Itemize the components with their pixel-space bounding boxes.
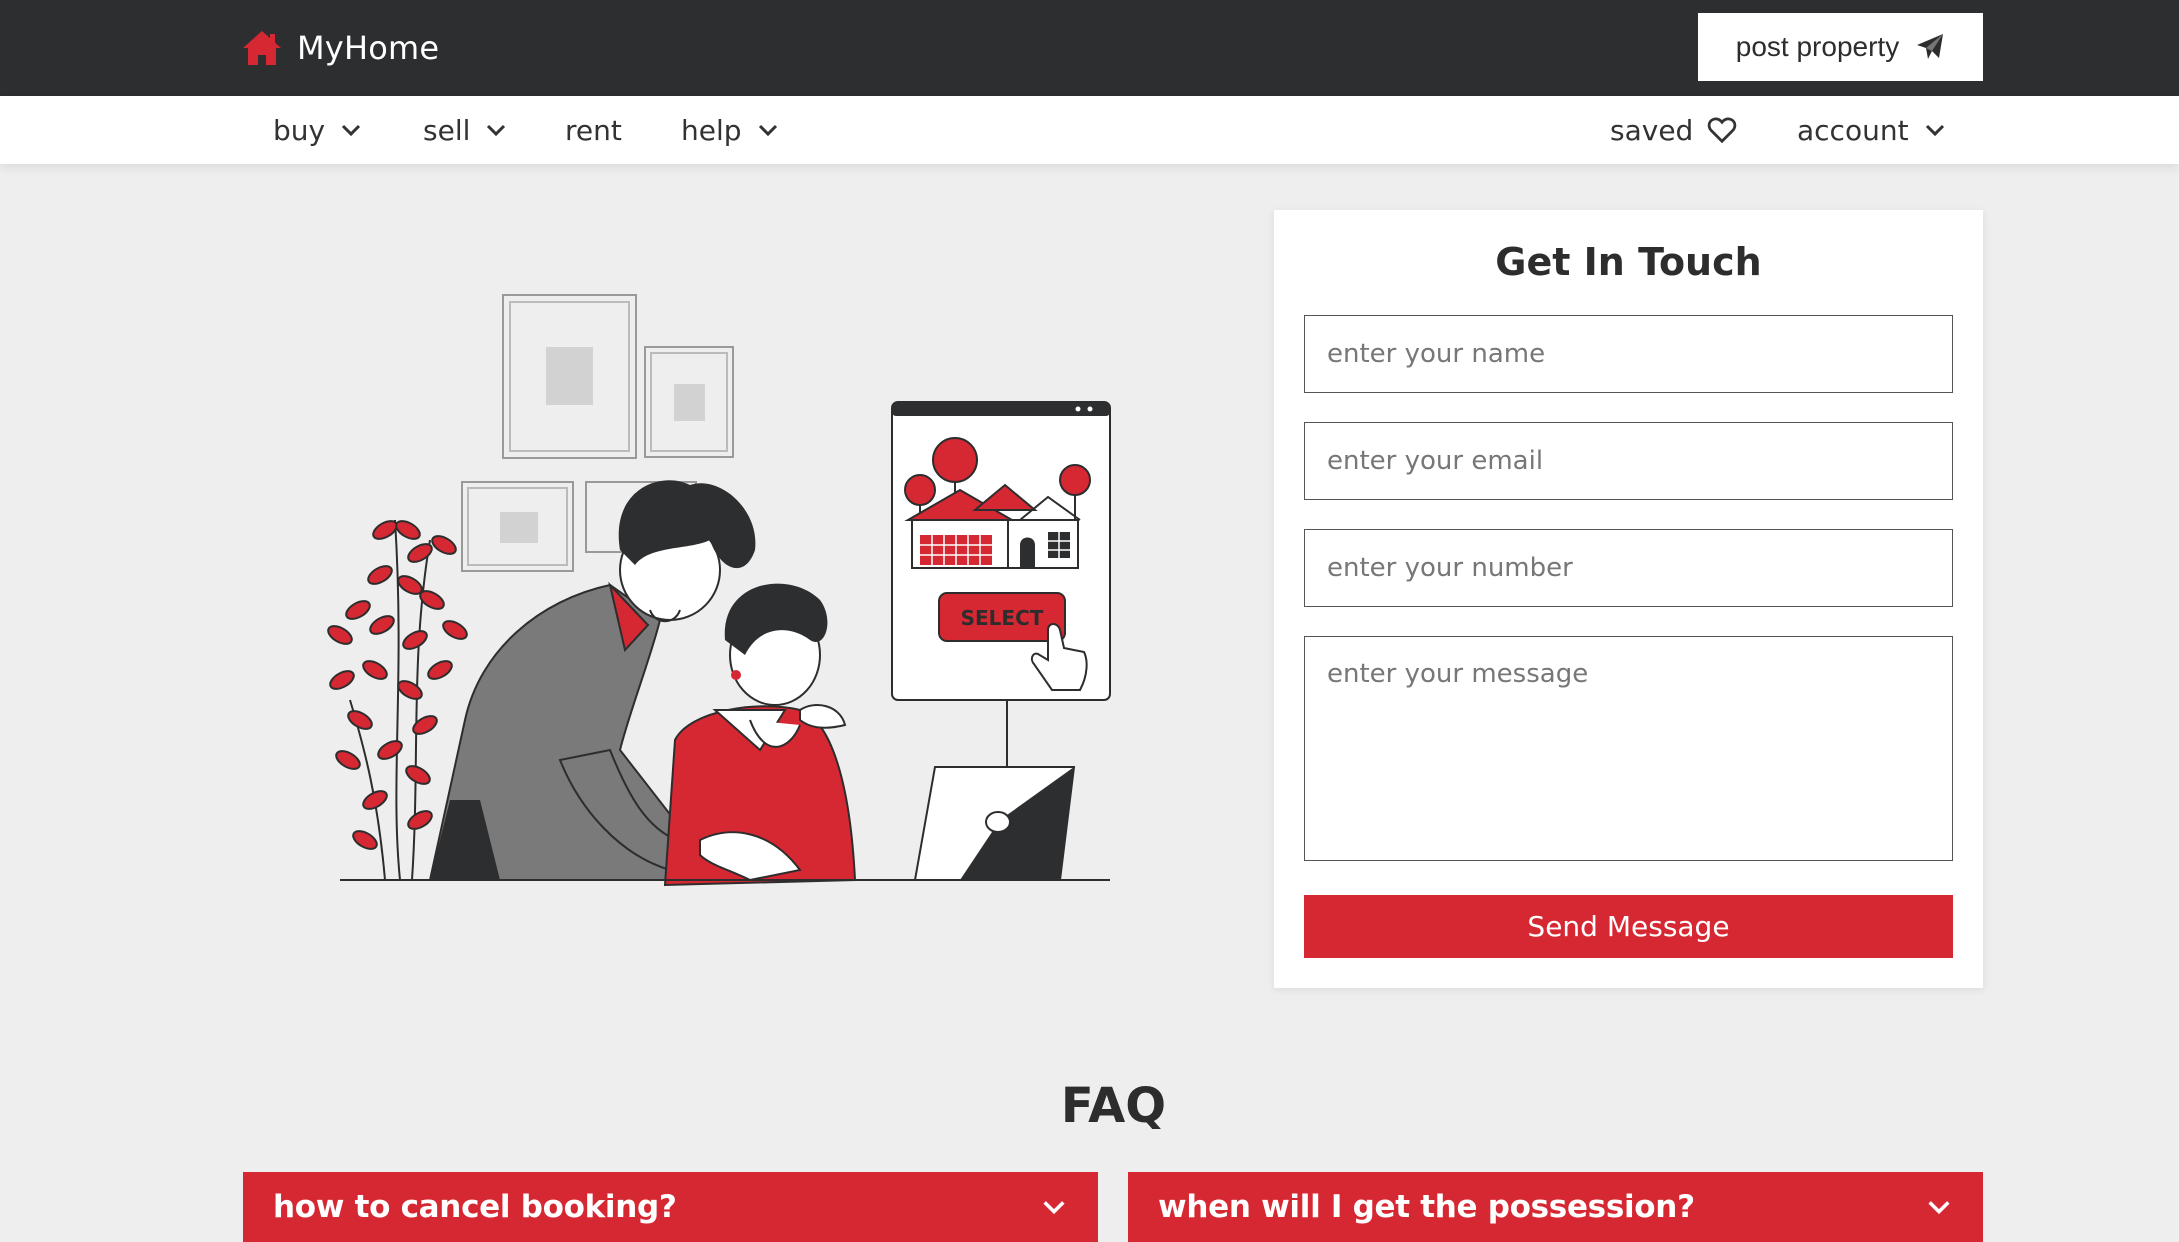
nav-saved[interactable]: saved [1610, 96, 1737, 164]
nav-account[interactable]: account [1797, 96, 1947, 164]
message-textarea[interactable] [1304, 636, 1953, 861]
name-input[interactable] [1304, 315, 1953, 393]
chevron-down-icon [758, 124, 777, 137]
faq-title: FAQ [1060, 1078, 1167, 1134]
nav-sell-label: sell [423, 113, 471, 147]
paper-plane-icon [1917, 34, 1944, 59]
brand-logo[interactable]: MyHome [241, 27, 439, 69]
chevron-down-icon [1925, 124, 1944, 137]
nav-sell[interactable]: sell [423, 96, 508, 164]
nav-account-label: account [1797, 113, 1909, 147]
nav-saved-label: saved [1610, 113, 1694, 147]
post-property-button[interactable]: post property [1698, 13, 1983, 81]
number-input[interactable] [1304, 529, 1953, 607]
nav-buy[interactable]: buy [273, 96, 363, 164]
email-input[interactable] [1304, 422, 1953, 500]
hero-illustration: SELECT [327, 294, 1111, 887]
main-nav: buy sell rent help saved account [0, 96, 2179, 164]
faq-item-cancel-booking[interactable]: how to cancel booking? [243, 1172, 1098, 1242]
faq-item-possession[interactable]: when will I get the possession? [1128, 1172, 1983, 1242]
faq-question: when will I get the possession? [1158, 1189, 1695, 1225]
chevron-down-icon [1928, 1201, 1950, 1215]
contact-form-card: Get In Touch Send Message [1274, 210, 1983, 988]
nav-buy-label: buy [273, 113, 326, 147]
home-icon [243, 31, 281, 65]
chevron-down-icon [1043, 1201, 1065, 1215]
nav-rent[interactable]: rent [565, 96, 622, 164]
chevron-down-icon [487, 124, 506, 137]
brand-name: MyHome [297, 29, 440, 67]
nav-help-label: help [681, 113, 742, 147]
faq-question: how to cancel booking? [273, 1189, 677, 1225]
top-header: MyHome post property [0, 0, 2179, 96]
heart-icon [1708, 117, 1737, 144]
send-message-button[interactable]: Send Message [1304, 895, 1953, 958]
nav-help[interactable]: help [681, 96, 780, 164]
contact-title: Get In Touch [1495, 240, 1762, 284]
nav-rent-label: rent [565, 113, 622, 147]
chevron-down-icon [342, 124, 361, 137]
select-badge-label: SELECT [961, 606, 1044, 630]
post-property-label: post property [1735, 31, 1900, 62]
